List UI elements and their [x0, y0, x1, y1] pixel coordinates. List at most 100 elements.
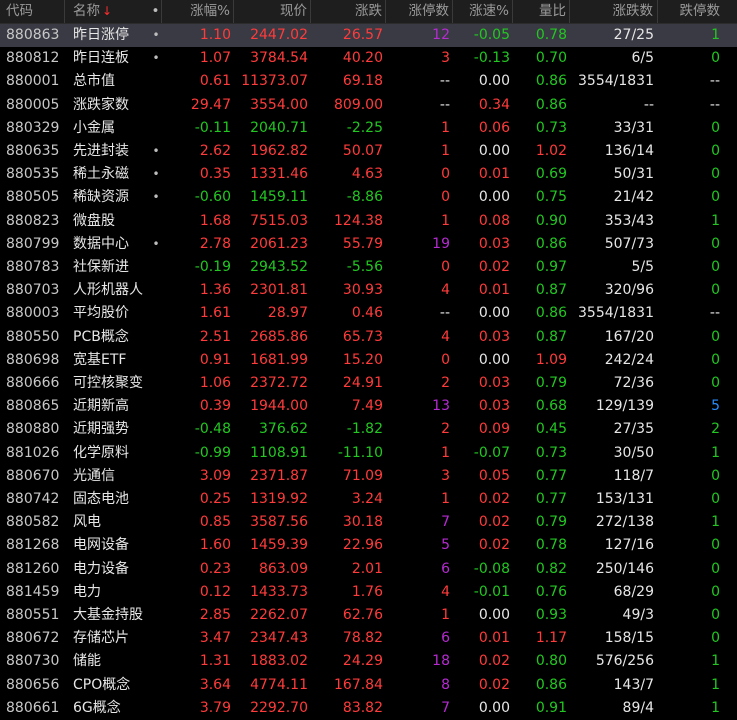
row-speed: 0.02	[478, 537, 510, 554]
col-header-limit-down[interactable]: 跌停数	[658, 0, 722, 23]
row-limit-up: 6	[441, 630, 450, 647]
table-row[interactable]: 880863 昨日涨停 • 1.10 2447.02 26.57 12 -0.05 0.78 27…	[0, 24, 737, 47]
table-row[interactable]: 880661 6G概念 3.79 2292.70 83.82 7 0.00 0.91 89/4 1	[0, 697, 737, 720]
row-limit-down: 0	[711, 328, 720, 345]
row-up-down-count: 507/73	[604, 235, 654, 252]
column-menu-icon[interactable]: •	[150, 0, 162, 23]
col-header-volume-ratio[interactable]: 量比	[513, 0, 570, 23]
row-mark-icon: •	[152, 236, 160, 251]
row-speed: 0.00	[478, 607, 510, 623]
table-row[interactable]: 880582 风电 0.85 3587.56 30.18 7 0.02 0.79 272/138…	[0, 511, 737, 534]
row-price: 1433.73	[250, 583, 308, 600]
row-code: 880672	[6, 630, 60, 647]
row-mark-icon	[150, 697, 162, 720]
col-header-limit-up[interactable]: 涨停数	[386, 0, 453, 23]
table-row[interactable]: 880505 稀缺资源 • -0.60 1459.11 -8.86 0 0.00 0.75 21/…	[0, 186, 737, 209]
row-volume-ratio: 0.68	[535, 398, 567, 415]
row-speed: 0.01	[478, 166, 510, 183]
row-speed: 0.09	[478, 421, 510, 438]
row-limit-up: 3	[441, 467, 450, 484]
row-limit-up: 1	[441, 607, 450, 623]
row-limit-down: 1	[711, 27, 720, 43]
row-name: 稀缺资源	[73, 189, 129, 206]
row-change: 3.24	[351, 491, 383, 507]
col-header-up-down-count[interactable]: 涨跌数	[570, 0, 658, 23]
row-limit-up: --	[439, 305, 450, 322]
row-mark-icon	[150, 581, 162, 604]
col-header-pct[interactable]: 涨幅%	[163, 0, 234, 23]
row-speed: 0.02	[478, 653, 510, 670]
row-mark-icon	[150, 442, 162, 465]
row-limit-down: 1	[711, 444, 720, 461]
row-limit-up: 0	[441, 351, 450, 368]
row-price: 1962.82	[250, 143, 308, 159]
row-price: 11373.07	[241, 73, 308, 90]
row-speed: 0.05	[478, 467, 510, 484]
row-pct: 3.64	[199, 676, 231, 693]
row-limit-down: 0	[711, 351, 720, 368]
col-header-code-label: 代码	[6, 3, 33, 19]
table-row[interactable]: 881026 化学原料 -0.99 1108.91 -11.10 1 -0.07 0.73 30…	[0, 442, 737, 465]
row-volume-ratio: 0.70	[535, 50, 567, 67]
row-up-down-count: 353/43	[604, 212, 654, 229]
row-limit-up: 4	[441, 328, 450, 345]
table-row[interactable]: 880001 总市值 0.61 11373.07 69.18 -- 0.00 0.86 3554…	[0, 70, 737, 93]
row-price: 2262.07	[250, 607, 308, 623]
row-up-down-count: 250/146	[595, 560, 654, 577]
row-speed: 0.08	[478, 212, 510, 229]
row-name: 近期强势	[73, 421, 129, 438]
row-pct: 1.68	[199, 212, 231, 229]
col-header-change[interactable]: 涨跌	[311, 0, 386, 23]
row-limit-down: 1	[711, 212, 720, 229]
table-row[interactable]: 880550 PCB概念 2.51 2685.86 65.73 4 0.03 0.87 167/…	[0, 326, 737, 349]
row-change: 22.96	[342, 537, 383, 554]
row-up-down-count: 167/20	[604, 328, 654, 345]
row-pct: 0.12	[199, 583, 231, 600]
row-limit-down: 5	[711, 398, 720, 415]
table-row[interactable]: 880730 储能 1.31 1883.02 24.29 18 0.02 0.80 576/25…	[0, 650, 737, 673]
table-row[interactable]: 880656 CPO概念 3.64 4774.11 167.84 8 0.02 0.86 143…	[0, 674, 737, 697]
table-row[interactable]: 880329 小金属 -0.11 2040.71 -2.25 1 0.06 0.73 33/31…	[0, 117, 737, 140]
row-limit-up: 1	[441, 143, 450, 159]
table-row[interactable]: 880666 可控核聚变 1.06 2372.72 24.91 2 0.03 0.79 72/3…	[0, 372, 737, 395]
table-row[interactable]: 880865 近期新高 0.39 1944.00 7.49 13 0.03 0.68 129/1…	[0, 395, 737, 418]
row-volume-ratio: 0.91	[535, 699, 567, 716]
col-header-speed[interactable]: 涨速%	[453, 0, 513, 23]
table-row[interactable]: 880703 人形机器人 1.36 2301.81 30.93 4 0.01 0.87 320/…	[0, 279, 737, 302]
row-mark-icon	[150, 326, 162, 349]
row-code: 880005	[6, 96, 60, 113]
table-row[interactable]: 880799 数据中心 • 2.78 2061.23 55.79 19 0.03 0.86 507…	[0, 233, 737, 256]
table-row[interactable]: 881260 电力设备 0.23 863.09 2.01 6 -0.08 0.82 250/14…	[0, 558, 737, 581]
row-speed: 0.02	[478, 491, 510, 507]
row-volume-ratio: 0.73	[535, 444, 567, 461]
row-pct: 3.47	[199, 630, 231, 647]
table-row[interactable]: 880672 存储芯片 3.47 2347.43 78.82 6 0.01 1.17 158/1…	[0, 627, 737, 650]
row-change: 30.18	[342, 514, 383, 531]
table-row[interactable]: 880783 社保新进 -0.19 2943.52 -5.56 0 0.02 0.97 5/5 0	[0, 256, 737, 279]
row-change: 167.84	[334, 676, 383, 693]
table-row[interactable]: 880670 光通信 3.09 2371.87 71.09 3 0.05 0.77 118/7 0	[0, 465, 737, 488]
table-row[interactable]: 880823 微盘股 1.68 7515.03 124.38 1 0.08 0.90 353/4…	[0, 210, 737, 233]
table-row[interactable]: 880551 大基金持股 2.85 2262.07 62.76 1 0.00 0.93 49/3…	[0, 604, 737, 627]
table-row[interactable]: 880003 平均股价 1.61 28.97 0.46 -- 0.00 0.86 3554/18…	[0, 302, 737, 325]
col-header-price[interactable]: 现价	[234, 0, 311, 23]
table-row[interactable]: 880005 涨跌家数 29.47 3554.00 809.00 -- 0.34 0.86 --…	[0, 94, 737, 117]
table-row[interactable]: 880742 固态电池 0.25 1319.92 3.24 1 0.02 0.77 153/13…	[0, 488, 737, 511]
table-row[interactable]: 880535 稀土永磁 • 0.35 1331.46 4.63 0 0.01 0.69 50/31…	[0, 163, 737, 186]
row-limit-up: --	[439, 96, 450, 113]
row-volume-ratio: 0.79	[535, 375, 567, 391]
table-row[interactable]: 881459 电力 0.12 1433.73 1.76 4 -0.01 0.76 68/29 0	[0, 581, 737, 604]
table-row[interactable]: 880698 宽基ETF 0.91 1681.99 15.20 0 0.00 1.09 242/…	[0, 349, 737, 372]
table-row[interactable]: 881268 电网设备 1.60 1459.39 22.96 5 0.02 0.78 127/1…	[0, 534, 737, 557]
col-header-name[interactable]: 名称 ↓	[69, 0, 159, 23]
table-row[interactable]: 880812 昨日连板 • 1.07 3784.54 40.20 3 -0.13 0.70 6/5…	[0, 47, 737, 70]
row-name: 微盘股	[73, 212, 115, 229]
table-row[interactable]: 880880 近期强势 -0.48 376.62 -1.82 2 0.09 0.45 27/35…	[0, 418, 737, 441]
row-speed: 0.03	[478, 235, 510, 252]
table-row[interactable]: 880635 先进封装 • 2.62 1962.82 50.07 1 0.00 1.02 136/…	[0, 140, 737, 163]
row-code: 880666	[6, 375, 60, 391]
row-up-down-count: 3554/1831	[578, 305, 654, 322]
row-change: 65.73	[342, 328, 383, 345]
col-header-code[interactable]: 代码	[0, 0, 65, 23]
row-volume-ratio: 1.09	[535, 351, 567, 368]
